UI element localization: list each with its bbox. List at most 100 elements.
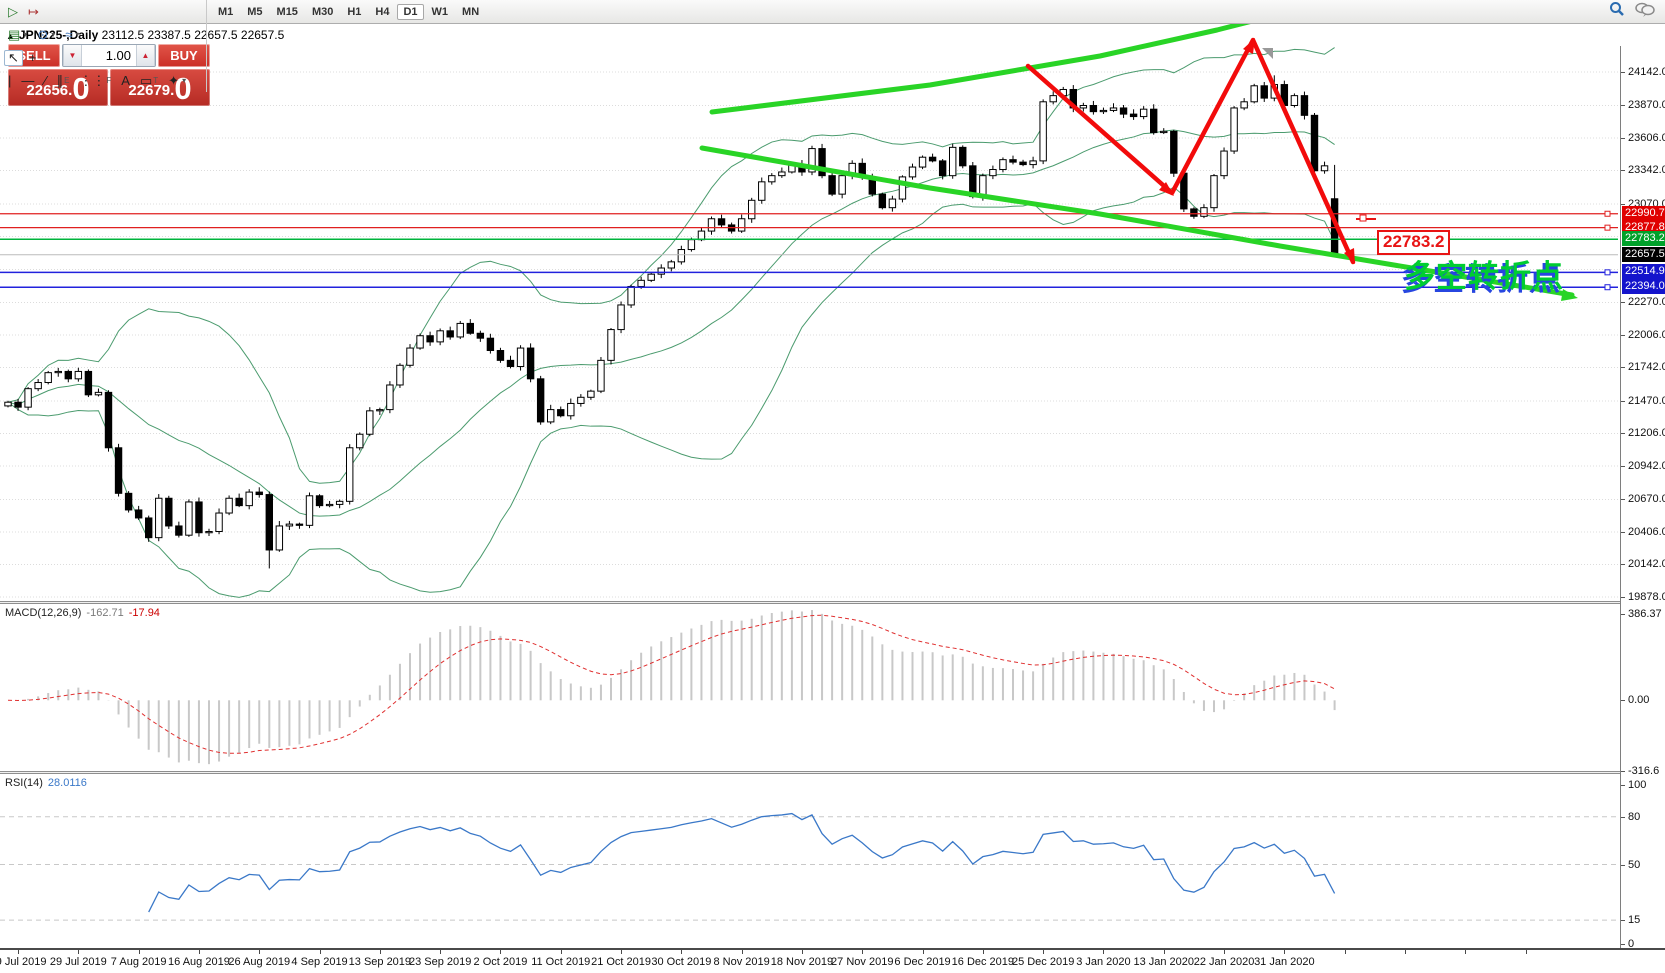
indicators-button[interactable]: ≈▾ — [61, 25, 83, 45]
panel-separator[interactable] — [0, 771, 1665, 774]
price-tick-label: 20142.0 — [1628, 558, 1665, 570]
axis-tick — [1621, 920, 1625, 921]
candle — [1241, 98, 1247, 110]
candle — [779, 168, 785, 178]
horizontal-line-button[interactable]: — — [17, 73, 38, 89]
macd-indicator-plot[interactable] — [0, 604, 1620, 771]
auto-scroll-button-glyph: ▷ — [8, 5, 18, 19]
chart-shift-button[interactable]: ↦ — [24, 4, 43, 20]
new-chart-button-glyph: ▤ — [8, 28, 20, 42]
candle — [1140, 106, 1146, 119]
date-tick — [1284, 950, 1285, 954]
price-tick-label: -316.6 — [1628, 765, 1659, 777]
candle — [1211, 174, 1217, 212]
toolbar-group: ▷↦ — [0, 0, 207, 23]
vertical-line-button[interactable]: | — [4, 73, 15, 89]
equidistant-channel-button[interactable]: ∥E — [53, 71, 74, 91]
date-tick-label: 8 Nov 2019 — [714, 956, 770, 968]
date-axis[interactable]: 19 Jul 201929 Jul 20197 Aug 201916 Aug 2… — [0, 948, 1665, 973]
candle — [950, 144, 956, 179]
panel-separator[interactable] — [0, 601, 1665, 604]
timeframe-m30[interactable]: M30 — [306, 4, 339, 20]
axis-tick — [1621, 817, 1625, 818]
auto-scroll-button[interactable]: ▷ — [4, 4, 22, 20]
candle — [849, 160, 855, 179]
price-tick-label: 80 — [1628, 811, 1640, 823]
candle — [256, 487, 262, 497]
periods-button-dropdown-icon[interactable]: ▾ — [51, 26, 55, 44]
trendline-button[interactable]: ∕ — [40, 73, 50, 89]
indicators-button-dropdown-icon[interactable]: ▾ — [75, 26, 79, 44]
axis-tick — [1621, 335, 1625, 336]
axis-tick — [1621, 433, 1625, 434]
candle — [1110, 103, 1116, 112]
timeframe-h1[interactable]: H1 — [341, 4, 367, 20]
candle — [336, 500, 342, 509]
candle — [628, 285, 634, 308]
toolbar-buttons: ▦新订单◆▣◉▶自动交易|||▮▯/\⊕⊖▦▷↦▤▾⊙▾≈▾↖+|—∕∥E⋮⋮F… — [0, 0, 207, 92]
price-axis[interactable]: 24142.023870.023606.023342.023070.022270… — [1620, 46, 1665, 950]
timeframe-m15[interactable]: M15 — [271, 4, 304, 20]
text-label-button[interactable]: ▭T — [136, 71, 162, 91]
date-tick — [1224, 950, 1225, 954]
timeframe-h4[interactable]: H4 — [369, 4, 395, 20]
date-tick — [1043, 950, 1044, 954]
date-tick-label: 4 Sep 2019 — [291, 956, 347, 968]
turning-point-annotation[interactable]: 多空转折点 — [1404, 251, 1564, 296]
axis-tick — [1621, 105, 1625, 106]
axis-tick — [1621, 170, 1625, 171]
candle — [457, 321, 463, 339]
price-chart-plot[interactable] — [0, 46, 1620, 601]
fibonacci-button[interactable]: ⋮⋮F — [75, 71, 115, 91]
chat-icon[interactable] — [1635, 1, 1655, 22]
candle — [236, 494, 242, 508]
candle — [507, 356, 513, 369]
chart-shift-button-glyph: ↦ — [28, 5, 39, 19]
price-tick-label: 22270.0 — [1628, 296, 1665, 308]
candle — [919, 155, 925, 169]
candle — [5, 401, 11, 408]
arrows-button-dropdown-icon[interactable]: ▾ — [182, 72, 186, 90]
price-tick-label: 15 — [1628, 914, 1640, 926]
axis-tick — [1621, 367, 1625, 368]
candle — [417, 334, 423, 350]
level-line-handle — [1605, 211, 1610, 216]
rsi-indicator-plot[interactable] — [0, 774, 1620, 948]
candle — [146, 516, 152, 542]
timeframe-m1[interactable]: M1 — [212, 4, 239, 20]
date-tick-label: 31 Jan 2020 — [1254, 956, 1315, 968]
date-tick — [802, 950, 803, 954]
candle — [487, 334, 493, 354]
crosshair-button[interactable]: + — [25, 50, 41, 66]
toolbar-group: |—∕∥E⋮⋮F A ▭T✦▾ — [0, 69, 207, 92]
search-icon[interactable] — [1609, 1, 1625, 22]
text-button-glyph: A — [121, 74, 130, 88]
candle — [889, 196, 895, 212]
chart-shift-marker[interactable] — [1262, 48, 1273, 59]
new-chart-button-dropdown-icon[interactable]: ▾ — [23, 26, 27, 44]
candle — [95, 389, 101, 397]
cursor-button[interactable]: ↖ — [4, 50, 23, 66]
candlesticks — [5, 75, 1338, 568]
timeframe-mn[interactable]: MN — [456, 4, 485, 20]
candle — [326, 501, 332, 507]
text-label-button-glyph: ▭ — [140, 74, 152, 88]
candle — [548, 405, 554, 424]
text-button[interactable]: A — [117, 73, 134, 89]
candle — [45, 371, 51, 384]
price-tick-label: 22006.0 — [1628, 329, 1665, 341]
candle — [598, 357, 604, 393]
level-price-tag: 22990.7 — [1622, 206, 1665, 221]
timeframe-m5[interactable]: M5 — [241, 4, 268, 20]
timeframe-w1[interactable]: W1 — [426, 4, 455, 20]
periods-button[interactable]: ⊙▾ — [33, 25, 59, 45]
arrows-button[interactable]: ✦▾ — [164, 71, 190, 91]
candle — [55, 368, 61, 377]
candle — [286, 521, 292, 530]
candle — [960, 145, 966, 168]
candle — [909, 164, 915, 180]
chart-window[interactable]: ▲JPN225-,Daily 23112.5 23387.5 22657.5 2… — [0, 23, 1665, 948]
horizontal-level-lines[interactable] — [0, 211, 1618, 289]
new-chart-button[interactable]: ▤▾ — [4, 25, 31, 45]
timeframe-d1[interactable]: D1 — [397, 4, 423, 20]
